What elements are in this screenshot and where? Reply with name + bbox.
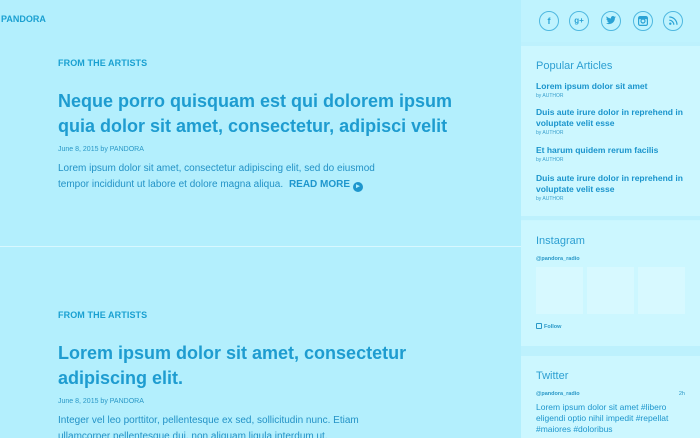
article-excerpt: Integer vel leo porttitor, pellentesque … (58, 415, 359, 438)
instagram-icon (536, 323, 542, 329)
article-excerpt: Lorem ipsum dolor sit amet, consectetur … (58, 161, 403, 193)
article-card: FROM THE ARTISTS Neque porro quisquam es… (58, 58, 458, 193)
popular-article-author: by AUTHOR (536, 93, 564, 99)
instagram-photo[interactable] (536, 267, 583, 314)
arrow-right-icon[interactable]: ▸ (352, 182, 363, 192)
article-category[interactable]: FROM THE ARTISTS (58, 310, 458, 320)
popular-article-title[interactable]: Et harum quidem rerum facilis (536, 145, 686, 156)
popular-article-author: by AUTHOR (536, 196, 564, 202)
article-meta: June 8, 2015 by PANDORA (58, 398, 144, 405)
article-card: FROM THE ARTISTS Lorem ipsum dolor sit a… (58, 310, 458, 438)
read-more-label[interactable]: READ MORE (289, 179, 350, 190)
article-title[interactable]: Lorem ipsum dolor sit amet, consectetur … (58, 341, 458, 391)
instagram-icon[interactable] (633, 11, 653, 31)
read-more-link[interactable]: READ MORE ▸ (289, 179, 363, 192)
sidebar-separator (521, 216, 700, 220)
article-title[interactable]: Neque porro quisquam est qui dolorem ips… (58, 89, 458, 139)
popular-article-item[interactable]: Et harum quidem rerum facilis by AUTHOR (536, 145, 686, 163)
widget-title: Popular Articles (536, 60, 613, 72)
sidebar: f g+ Popular Articles Lorem ipsum dolor … (521, 0, 700, 438)
widget-title: Twitter (536, 370, 569, 382)
instagram-photo[interactable] (638, 267, 685, 314)
google-plus-icon[interactable]: g+ (569, 11, 589, 31)
twitter-widget: Twitter @pandora_radio 2h Lorem ipsum do… (521, 356, 700, 438)
instagram-follow-button[interactable]: Follow (536, 323, 561, 330)
instagram-handle[interactable]: @pandora_radio (536, 256, 580, 262)
instagram-photo[interactable] (587, 267, 634, 314)
twitter-icon[interactable] (601, 11, 621, 31)
article-category[interactable]: FROM THE ARTISTS (58, 58, 458, 68)
popular-articles-widget: Popular Articles Lorem ipsum dolor sit a… (521, 46, 700, 216)
widget-title: Instagram (536, 235, 585, 247)
popular-article-item[interactable]: Duis aute irure dolor in reprehend in vo… (536, 173, 686, 202)
twitter-handle[interactable]: @pandora_radio (536, 391, 580, 397)
instagram-widget: Instagram @pandora_radio Follow (521, 221, 700, 346)
site-logo[interactable]: PANDORA (1, 14, 46, 24)
main-content: PANDORA FROM THE ARTISTS Neque porro qui… (0, 0, 521, 438)
sidebar-separator (521, 346, 700, 356)
popular-article-author: by AUTHOR (536, 157, 564, 163)
article-divider (0, 246, 521, 247)
popular-article-title[interactable]: Lorem ipsum dolor sit amet (536, 81, 686, 92)
popular-article-item[interactable]: Duis aute irure dolor in reprehend in vo… (536, 107, 686, 136)
popular-article-title[interactable]: Duis aute irure dolor in reprehend in vo… (536, 173, 686, 195)
article-meta: June 8, 2015 by PANDORA (58, 146, 144, 153)
popular-article-author: by AUTHOR (536, 130, 564, 136)
facebook-icon[interactable]: f (539, 11, 559, 31)
social-links: f g+ (521, 0, 700, 42)
tweet-text: Lorem ipsum dolor sit amet #libero elige… (536, 402, 669, 434)
follow-label: Follow (544, 324, 562, 330)
rss-icon[interactable] (663, 11, 683, 31)
tweet-timestamp: 2h (678, 391, 685, 397)
popular-article-title[interactable]: Duis aute irure dolor in reprehend in vo… (536, 107, 686, 129)
popular-article-item[interactable]: Lorem ipsum dolor sit amet by AUTHOR (536, 81, 686, 99)
